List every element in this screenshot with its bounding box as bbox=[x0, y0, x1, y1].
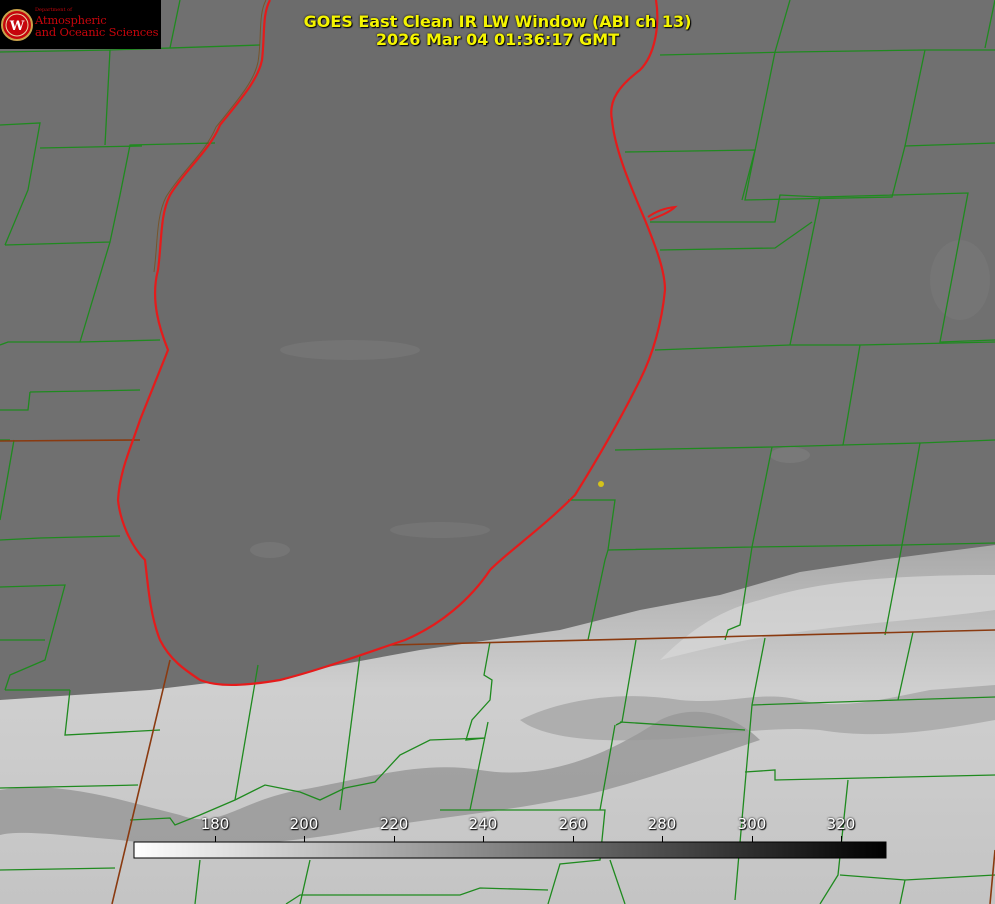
colorbar-tick-label: 180 bbox=[200, 815, 230, 833]
ir-patch bbox=[390, 522, 490, 538]
ir-patch bbox=[770, 447, 810, 463]
colorbar-tick bbox=[841, 836, 842, 842]
colorbar-gradient bbox=[133, 841, 887, 859]
colorbar-tick-label: 260 bbox=[558, 815, 588, 833]
satellite-image-viewer: 180 200 220 240 260 280 300 320 GOES Eas… bbox=[0, 0, 995, 904]
logo-line2: and Oceanic Sciences bbox=[35, 25, 159, 39]
ir-patch bbox=[930, 240, 990, 320]
uw-crest-icon: W bbox=[1, 9, 33, 41]
ir-patch bbox=[250, 542, 290, 558]
location-marker bbox=[598, 481, 604, 487]
colorbar-tick bbox=[215, 836, 216, 842]
colorbar-tick-label: 300 bbox=[737, 815, 767, 833]
colorbar-tick bbox=[573, 836, 574, 842]
colorbar-tick-label: 280 bbox=[647, 815, 677, 833]
uw-aos-logo: W Department of Atmospheric and Oceanic … bbox=[0, 0, 161, 49]
colorbar-tick bbox=[483, 836, 484, 842]
crest-letter: W bbox=[9, 19, 25, 34]
colorbar-tick bbox=[662, 836, 663, 842]
colorbar-tick-label: 200 bbox=[289, 815, 319, 833]
ir-patch bbox=[280, 340, 420, 360]
colorbar-tick bbox=[394, 836, 395, 842]
satellite-map bbox=[0, 0, 995, 904]
colorbar-tick-label: 220 bbox=[379, 815, 409, 833]
colorbar-tick bbox=[304, 836, 305, 842]
colorbar-tick-label: 320 bbox=[826, 815, 856, 833]
colorbar-tick bbox=[752, 836, 753, 842]
colorbar-tick-label: 240 bbox=[468, 815, 498, 833]
